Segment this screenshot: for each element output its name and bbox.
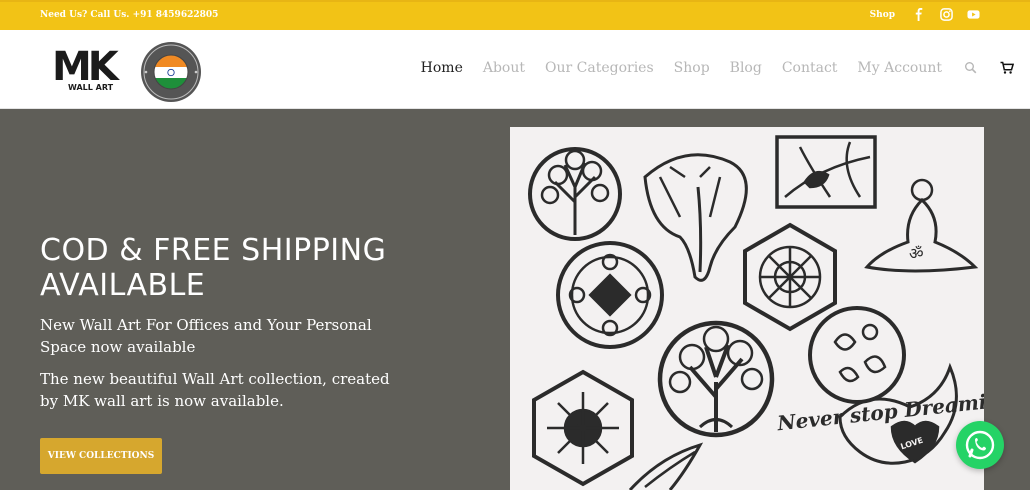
- call-us-text[interactable]: Need Us? Call Us. +91 8459622805: [40, 10, 218, 20]
- tree-of-life-art: [528, 147, 622, 241]
- nav-home[interactable]: Home: [421, 60, 463, 76]
- whatsapp-button[interactable]: [956, 421, 1004, 469]
- hexagon-sunflower-art: [532, 369, 634, 487]
- hero-paragraph-1: New Wall Art For Offices and Your Person…: [40, 316, 372, 356]
- hero-section: COD & FREE SHIPPING AVAILABLE New Wall A…: [0, 109, 1030, 490]
- never-stop-dreaming-text: Never stop Dreaming: [775, 387, 984, 436]
- whatsapp-icon: [965, 430, 995, 460]
- nav-blog[interactable]: Blog: [730, 60, 762, 76]
- instagram-icon[interactable]: [940, 8, 953, 21]
- cart-icon[interactable]: [1000, 61, 1014, 75]
- logo-subtext: WALL ART: [68, 83, 114, 92]
- bird-frame-art: [775, 135, 877, 209]
- paisley-circle-art: [808, 306, 906, 404]
- mandala-circle-art: [556, 241, 664, 349]
- wall-art-collage-image: ॐ LOVE Never stop Dreaming: [528, 135, 984, 490]
- nav-about[interactable]: About: [483, 60, 525, 76]
- buddha-art: ॐ: [864, 178, 979, 273]
- nav-our-categories[interactable]: Our Categories: [545, 60, 654, 76]
- hero-headline: COD & FREE SHIPPING AVAILABLE: [40, 233, 387, 303]
- nav-shop[interactable]: Shop: [674, 60, 710, 76]
- main-nav: Home About Our Categories Shop Blog Cont…: [401, 60, 1014, 76]
- hero-paragraph-2: The new beautiful Wall Art collection, c…: [40, 370, 390, 410]
- site-header: MK WALL ART Home About Our Categories Sh…: [0, 30, 1030, 109]
- top-bar-links: Shop: [870, 8, 980, 21]
- made-in-india-seal: [141, 42, 201, 102]
- view-collections-button[interactable]: VIEW COLLECTIONS: [40, 438, 162, 474]
- nav-my-account[interactable]: My Account: [857, 60, 942, 76]
- top-bar: Need Us? Call Us. +91 8459622805 Shop: [0, 0, 1030, 30]
- youtube-icon[interactable]: [967, 8, 980, 21]
- search-icon[interactable]: [964, 61, 978, 75]
- elephant-art: [643, 153, 748, 282]
- nav-contact[interactable]: Contact: [782, 60, 838, 76]
- hexagon-mandala-art: [743, 222, 837, 332]
- big-tree-art: [657, 320, 775, 438]
- facebook-icon[interactable]: [913, 8, 926, 21]
- svg-text:ॐ: ॐ: [909, 244, 924, 263]
- feather-art: [628, 442, 704, 490]
- wall-art-collage: ॐ LOVE Never stop Dreaming: [510, 127, 984, 490]
- site-logo[interactable]: MK WALL ART: [52, 41, 202, 102]
- top-shop-link[interactable]: Shop: [870, 10, 895, 20]
